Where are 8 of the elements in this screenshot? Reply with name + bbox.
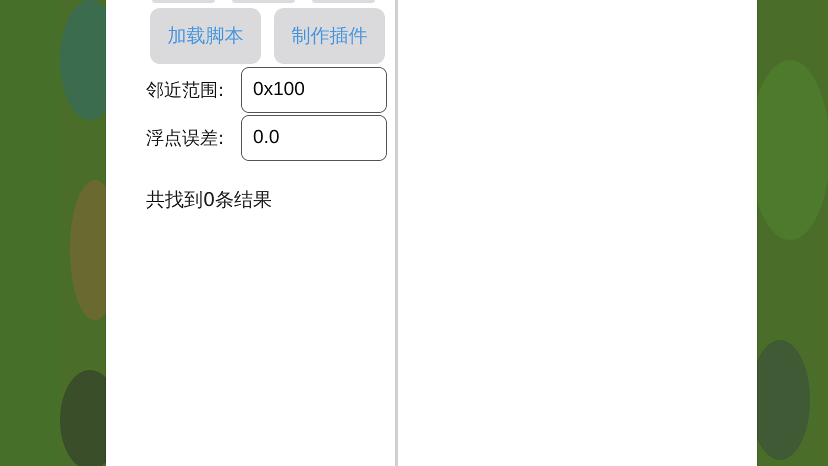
field-label: 邻近范围: (146, 79, 226, 102)
result-count-text: 共找到0条结果 (145, 188, 274, 213)
button[interactable] (232, 0, 295, 3)
button[interactable] (152, 0, 215, 3)
input-field[interactable]: 0x100 (241, 67, 387, 113)
field-label: 浮点误差: (146, 127, 226, 150)
input-field[interactable]: 0.0 (241, 115, 387, 161)
button[interactable] (312, 0, 375, 3)
